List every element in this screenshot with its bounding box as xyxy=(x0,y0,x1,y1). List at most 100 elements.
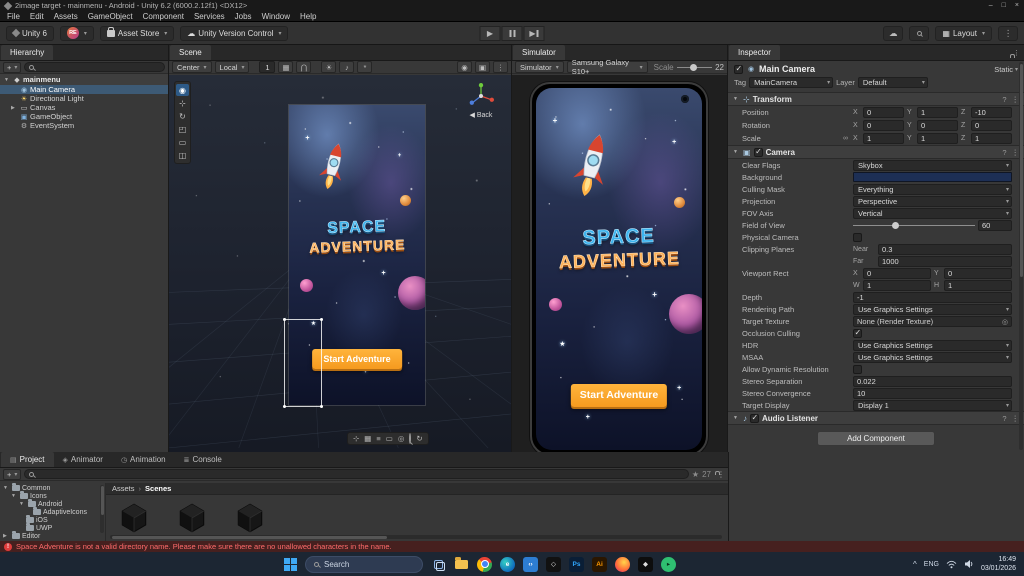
asset-store-button[interactable]: Asset Store xyxy=(100,26,174,41)
effects-toggle-icon[interactable]: * xyxy=(357,61,372,73)
chrome-icon[interactable] xyxy=(477,557,492,572)
audio-listener-header[interactable]: ♪ Audio Listener ? xyxy=(728,411,1024,425)
position-y-field[interactable]: 1 xyxy=(917,107,958,118)
tab-console[interactable]: ≣Console xyxy=(175,452,231,467)
unity-editor-icon[interactable]: ◆ xyxy=(638,557,653,572)
foldout-icon[interactable] xyxy=(19,501,26,507)
scale-z-field[interactable]: 1 xyxy=(971,133,1012,144)
folder-common[interactable]: Common xyxy=(0,484,105,492)
rotation-y-field[interactable]: 0 xyxy=(917,120,958,131)
viewport-w-field[interactable]: 1 xyxy=(863,280,931,291)
menu-component[interactable]: Component xyxy=(138,12,189,21)
cloud-sync-icon[interactable]: ☁ xyxy=(883,26,903,41)
recttransform-selection-gizmo[interactable] xyxy=(284,319,322,407)
scene-asset-icon[interactable] xyxy=(116,500,152,536)
overlay-zoom-icon[interactable] xyxy=(409,434,411,443)
scene-more-icon[interactable] xyxy=(493,61,508,73)
occlusion-culling-checkbox[interactable] xyxy=(853,329,862,338)
background-color-field[interactable] xyxy=(853,172,1012,182)
hierarchy-add-button[interactable]: + xyxy=(3,62,21,73)
menu-edit[interactable]: Edit xyxy=(25,12,49,21)
account-dropdown[interactable]: RE xyxy=(60,26,94,41)
wifi-icon[interactable] xyxy=(946,560,957,569)
static-dropdown[interactable]: Static xyxy=(994,65,1018,74)
component-menu-icon[interactable] xyxy=(1012,95,1020,104)
foldout-icon[interactable] xyxy=(733,149,740,155)
menu-assets[interactable]: Assets xyxy=(49,12,83,21)
breadcrumb-scenes[interactable]: Scenes xyxy=(145,484,171,493)
overlay-move-icon[interactable]: ⊹ xyxy=(353,434,359,443)
camera-enabled-checkbox[interactable] xyxy=(754,148,763,157)
pause-button[interactable] xyxy=(502,26,523,41)
pivot-dropdown[interactable]: Center xyxy=(172,61,212,73)
viewport-h-field[interactable]: 1 xyxy=(944,280,1012,291)
rotation-x-field[interactable]: 0 xyxy=(863,120,904,131)
move-tool-icon[interactable]: ⊹ xyxy=(176,97,189,109)
add-component-button[interactable]: Add Component xyxy=(817,431,935,446)
overlay-list-icon[interactable]: ≡ xyxy=(376,434,380,443)
firefox-icon[interactable] xyxy=(615,557,630,572)
language-indicator[interactable]: ENG xyxy=(924,561,939,568)
hierarchy-item-eventsystem[interactable]: EventSystem xyxy=(0,121,168,130)
transform-tool-icon[interactable]: ◫ xyxy=(176,149,189,161)
file-explorer-icon[interactable] xyxy=(454,557,469,572)
snap-magnet-icon[interactable]: ⋂ xyxy=(296,61,311,73)
scale-tool-icon[interactable]: ◰ xyxy=(176,123,189,135)
foldout-icon[interactable] xyxy=(733,415,740,421)
grid-size-field[interactable]: 1 xyxy=(259,61,275,73)
target-texture-field[interactable]: None (Render Texture) xyxy=(853,316,1012,327)
tab-inspector[interactable]: Inspector xyxy=(729,45,780,60)
hierarchy-scene-root[interactable]: mainmenu xyxy=(0,74,168,85)
unity-version-badge[interactable]: Unity 6 xyxy=(6,26,54,41)
rect-tool-icon[interactable]: ▭ xyxy=(176,136,189,148)
foldout-icon[interactable] xyxy=(3,533,10,539)
audio-toggle-icon[interactable]: ♪ xyxy=(339,61,354,73)
dynamic-resolution-checkbox[interactable] xyxy=(853,365,862,374)
taskbar-search-input[interactable]: Search xyxy=(305,556,423,573)
help-icon[interactable]: ? xyxy=(1002,414,1006,423)
near-clip-field[interactable]: 0.3 xyxy=(878,244,1012,255)
edge-icon[interactable]: e xyxy=(500,557,515,572)
folder-editor[interactable]: Editor xyxy=(0,532,105,540)
emulator-icon[interactable]: ▸ xyxy=(661,557,676,572)
star-icon[interactable]: ★ xyxy=(692,470,699,479)
tab-scene[interactable]: Scene xyxy=(170,45,211,60)
minimize-icon[interactable]: – xyxy=(989,2,993,9)
orientation-dropdown[interactable]: Local xyxy=(215,61,250,73)
overlay-orbit-icon[interactable]: ◎ xyxy=(398,434,405,443)
fov-axis-dropdown[interactable]: Vertical xyxy=(853,208,1012,219)
help-icon[interactable]: ? xyxy=(1002,95,1006,104)
scale-link-icon[interactable]: ∞ xyxy=(843,135,850,142)
grid-icon[interactable]: ▦ xyxy=(278,61,293,73)
folder-android[interactable]: Android xyxy=(0,500,105,508)
status-bar[interactable]: ! Space Adventure is not a valid directo… xyxy=(0,541,1024,552)
scale-x-field[interactable]: 1 xyxy=(863,133,904,144)
menu-gameobject[interactable]: GameObject xyxy=(83,12,138,21)
hdr-dropdown[interactable]: Use Graphics Settings xyxy=(853,340,1012,351)
tab-simulator[interactable]: Simulator xyxy=(513,45,565,60)
scene-visibility-icon[interactable]: ◉ xyxy=(457,61,472,73)
projection-dropdown[interactable]: Perspective xyxy=(853,196,1012,207)
hierarchy-item-canvas[interactable]: Canvas xyxy=(0,103,168,112)
rotation-z-field[interactable]: 0 xyxy=(971,120,1012,131)
task-view-icon[interactable] xyxy=(431,557,446,572)
menu-help[interactable]: Help xyxy=(295,12,321,21)
menu-jobs[interactable]: Jobs xyxy=(230,12,257,21)
orientation-gizmo[interactable]: ◀ Back xyxy=(463,81,499,119)
step-button[interactable]: ▶ xyxy=(524,26,545,41)
scale-y-field[interactable]: 1 xyxy=(917,133,958,144)
tree-scrollbar[interactable] xyxy=(100,485,104,533)
taskbar-clock[interactable]: 16:49 03/01/2026 xyxy=(981,555,1016,573)
menu-services[interactable]: Services xyxy=(189,12,230,21)
physical-camera-checkbox[interactable] xyxy=(853,233,862,242)
hierarchy-item-main-camera[interactable]: Main Camera xyxy=(0,85,168,94)
device-dropdown[interactable]: Samsung Galaxy S10+ xyxy=(567,61,648,73)
tab-project[interactable]: ▤Project xyxy=(1,452,54,467)
msaa-dropdown[interactable]: Use Graphics Settings xyxy=(853,352,1012,363)
menu-file[interactable]: File xyxy=(2,12,25,21)
component-menu-icon[interactable] xyxy=(1012,414,1020,423)
fov-field[interactable]: 60 xyxy=(978,220,1012,231)
tray-expand-icon[interactable]: ^ xyxy=(913,560,917,569)
help-icon[interactable]: ? xyxy=(1002,148,1006,157)
version-control-dropdown[interactable]: ☁ Unity Version Control xyxy=(180,26,288,41)
